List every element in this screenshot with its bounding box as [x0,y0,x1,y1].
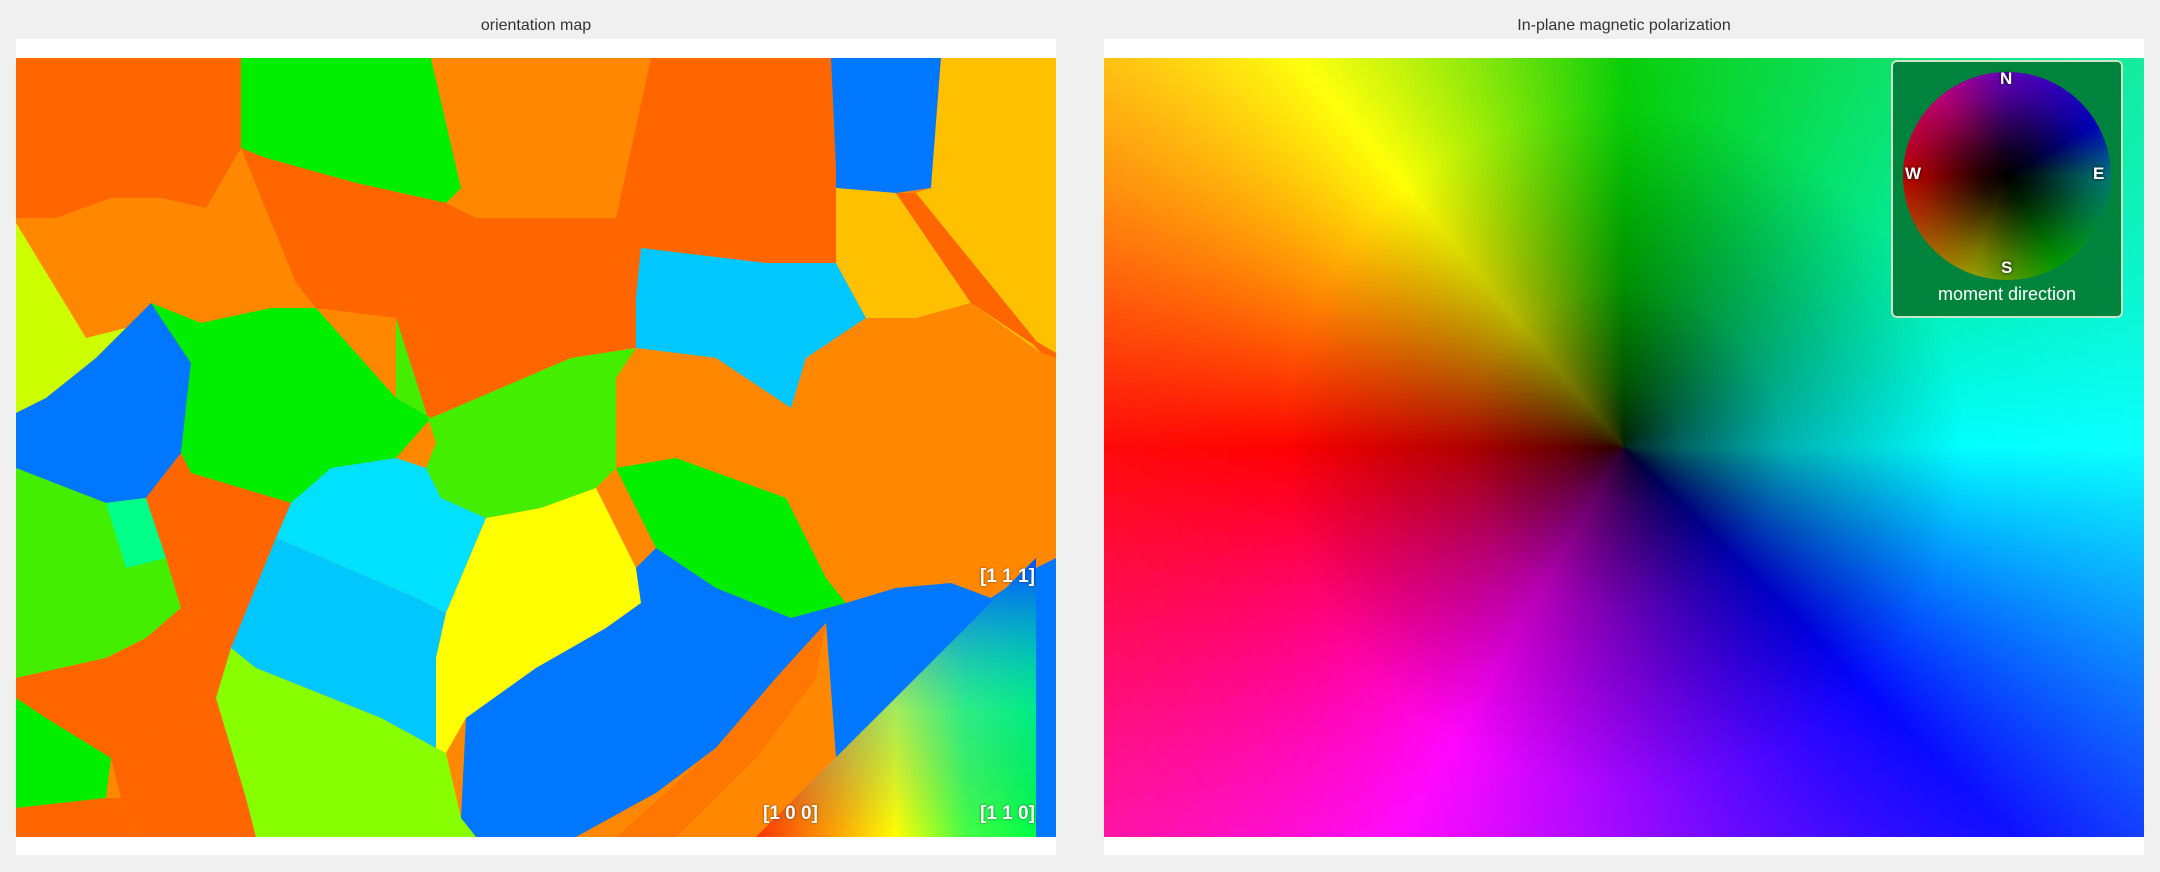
grain [831,58,941,193]
grain [16,58,241,218]
polarization-map-canvas[interactable]: N S E W moment direction [1104,58,2144,837]
ipf-label-110: [1 1 0] [980,803,1035,824]
compass-legend: N S E W moment direction [1891,60,2123,318]
orientation-map-title: orientation map [480,17,592,34]
orientation-map-canvas[interactable]: [1 1 1] [1 0 0] [1 1 0] [16,58,1056,837]
grain [616,58,836,263]
compass-wheel [1903,72,2111,280]
compass-east-label: E [2093,164,2105,183]
polarization-map-title: In-plane magnetic polarization [1517,17,1731,34]
compass-north-label: N [2000,69,2013,88]
compass-caption: moment direction [1937,284,2077,304]
ipf-label-100: [1 0 0] [763,803,818,824]
grain [431,58,651,218]
compass-south-label: S [2001,258,2013,277]
ipf-label-111: [1 1 1] [980,566,1035,587]
compass-west-label: W [1905,164,1922,183]
grain-map [16,58,1056,837]
